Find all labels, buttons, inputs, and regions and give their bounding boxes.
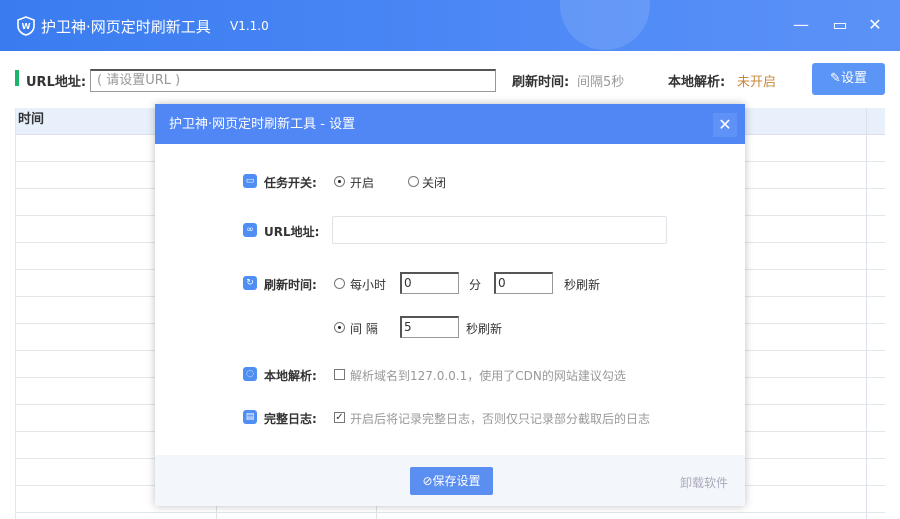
interval-radio[interactable] xyxy=(334,322,345,333)
hourly-label: 每小时 xyxy=(350,278,387,292)
column-divider xyxy=(866,108,867,519)
check-circle-icon: ⊘ xyxy=(422,474,433,488)
hourly-radio[interactable] xyxy=(334,278,345,289)
local-label: 本地解析: xyxy=(264,369,317,383)
svg-text:W: W xyxy=(22,22,31,31)
hourly-second-input[interactable]: 0 xyxy=(494,272,553,294)
log-icon: ▤ xyxy=(243,410,257,424)
title-bar: W 护卫神·网页定时刷新工具 V1.1.0 — ▭ ✕ xyxy=(0,0,900,51)
edit-icon: ✎ xyxy=(830,71,841,86)
full-log-checkbox[interactable]: ✓ xyxy=(334,412,345,423)
link-icon: ∞ xyxy=(243,223,257,237)
url-label: URL地址: xyxy=(264,225,320,239)
task-on-radio[interactable] xyxy=(334,176,345,187)
interval-unit: 秒刷新 xyxy=(466,322,503,336)
interval-label: 间 隔 xyxy=(350,322,378,336)
toolbar: URL地址: ( 请设置URL ) 刷新时间: 间隔5秒 本地解析: 未开启 ✎… xyxy=(0,63,900,97)
url-field[interactable] xyxy=(332,216,667,244)
minimize-button[interactable]: — xyxy=(790,14,812,36)
dialog-title: 护卫神·网页定时刷新工具 - 设置 xyxy=(169,117,356,132)
maximize-button[interactable]: ▭ xyxy=(829,14,851,36)
hourly-minute-input[interactable]: 0 xyxy=(400,272,459,294)
refresh-label: 刷新时间: xyxy=(512,75,570,90)
task-off-label: 关闭 xyxy=(422,176,447,190)
refresh-label: 刷新时间: xyxy=(264,278,317,292)
dialog-close-button[interactable]: ✕ xyxy=(713,113,737,137)
local-label: 本地解析: xyxy=(668,75,726,90)
decoration xyxy=(560,0,650,50)
settings-button[interactable]: ✎设置 xyxy=(812,63,885,95)
local-resolve-icon: ◌ xyxy=(243,367,257,381)
app-version: V1.1.0 xyxy=(230,19,269,33)
settings-dialog: 护卫神·网页定时刷新工具 - 设置 ✕ ▭ 任务开关: 开启 关闭 ∞ URL地址… xyxy=(155,104,745,506)
log-label: 完整日志: xyxy=(264,412,317,426)
shield-logo-icon: W xyxy=(17,16,35,36)
task-label: 任务开关: xyxy=(264,176,317,190)
app-title: 护卫神·网页定时刷新工具 xyxy=(41,18,211,36)
close-button[interactable]: ✕ xyxy=(864,14,886,36)
interval-input[interactable]: 5 xyxy=(400,316,459,338)
local-value: 未开启 xyxy=(737,75,777,90)
second-refresh-unit: 秒刷新 xyxy=(564,278,601,292)
uninstall-link[interactable]: 卸载软件 xyxy=(680,474,728,491)
refresh-icon: ↻ xyxy=(243,276,257,290)
dialog-footer: ⊘保存设置 卸载软件 xyxy=(155,455,745,506)
task-off-radio[interactable] xyxy=(408,176,419,187)
local-resolve-desc: 解析域名到127.0.0.1，使用了CDN的网站建议勾选 xyxy=(350,369,626,383)
settings-label: 设置 xyxy=(840,71,867,86)
accent-bar xyxy=(15,70,19,86)
full-log-desc: 开启后将记录完整日志，否则仅只记录部分截取后的日志 xyxy=(350,412,651,426)
save-settings-button[interactable]: ⊘保存设置 xyxy=(410,467,493,495)
local-resolve-checkbox[interactable] xyxy=(334,369,345,380)
refresh-value: 间隔5秒 xyxy=(577,75,625,90)
monitor-icon: ▭ xyxy=(243,174,257,188)
task-on-label: 开启 xyxy=(350,176,375,190)
save-label: 保存设置 xyxy=(432,474,481,488)
column-header-time: 时间 xyxy=(18,112,45,127)
url-label: URL地址: xyxy=(26,75,87,90)
url-input[interactable]: ( 请设置URL ) xyxy=(90,69,496,92)
minute-unit: 分 xyxy=(469,278,482,292)
